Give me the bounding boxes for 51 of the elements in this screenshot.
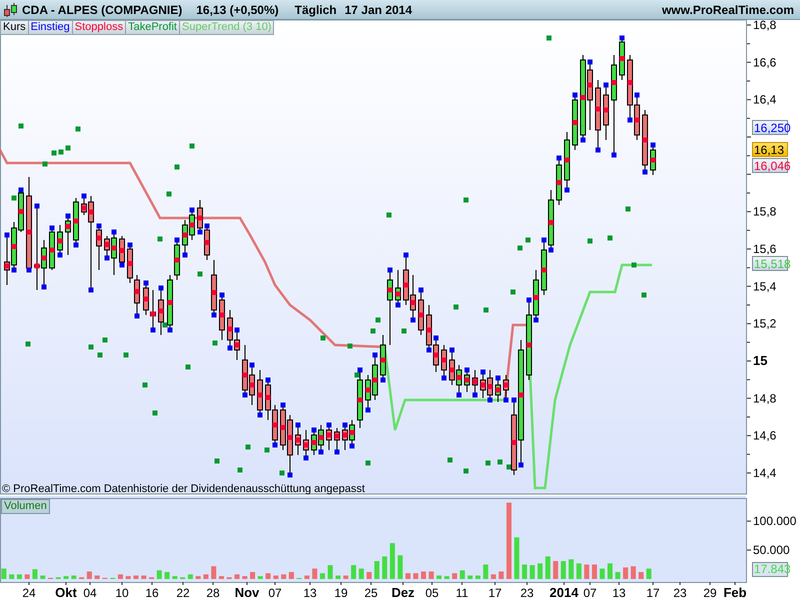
axis-label: 15,4 [753,279,776,294]
axis-label: 16,8 [753,20,776,32]
axis-label: 16 [145,586,159,600]
axis-label: Feb [723,585,747,600]
axis-label: 2014 [550,585,578,600]
legend-item[interactable]: Einstieg [28,20,73,35]
axis-label: 04 [83,586,97,600]
axis-label: 07 [583,586,597,600]
price-tag: 16,250 [752,120,791,135]
legend-item[interactable]: Kurs [0,20,29,35]
axis-label: 15,6 [753,242,776,256]
axis-label: 13 [303,586,317,600]
chart-date: 17 Jan 2014 [344,2,412,16]
axis-label: 15 [753,352,768,368]
axis-label: 15,2 [753,316,776,331]
axis-label: 11 [456,586,468,600]
axis-label: 05 [425,586,439,600]
axis-label: 24 [22,586,36,600]
axis-label: 100.000 [753,514,796,528]
price-tag: 16,13 [752,142,788,157]
axis-label: 19 [334,586,348,600]
axis-label: Dez [391,585,415,600]
axis-label: 14,4 [753,466,776,480]
instrument-name: CDA - ALPES (COMPAGNIE) [22,2,182,16]
axis-label: 16,6 [753,55,776,70]
axis-label: 29 [703,586,717,600]
axis-label: 22 [176,586,190,600]
axis-label: 17 [646,586,660,600]
axis-label: 17 [488,586,502,600]
panel-label: Volumen [1,499,50,514]
axis-label: 14,6 [753,428,776,443]
axis-label: 50.000 [753,543,790,558]
axis-label: 23 [520,586,534,600]
axis-label: 13 [612,586,626,600]
price-change: 16,13 (+0,50%) [196,2,279,16]
axis-label: Okt [55,585,77,600]
axis-label: Nov [234,585,260,600]
axis-label: 07 [268,586,282,600]
axis-label: 10 [115,586,129,600]
axis-label: 14,8 [753,391,776,406]
axis-label: 15,8 [753,204,776,219]
axis-label: 23 [673,586,687,600]
axis-label: 25 [364,586,378,600]
website-link[interactable]: www.ProRealTime.com [662,2,794,16]
volume-tag: 17.843 [752,562,788,577]
footer-note: © ProRealTime.com Datenhistorie der Dividendenausschüttung angepasst [2,483,365,495]
axis-label: 28 [206,586,220,600]
axis-label: 16,4 [753,92,776,107]
period-label: Täglich [294,2,337,16]
price-tag: 16,046 [752,158,791,173]
candlestick-icon [3,2,19,18]
